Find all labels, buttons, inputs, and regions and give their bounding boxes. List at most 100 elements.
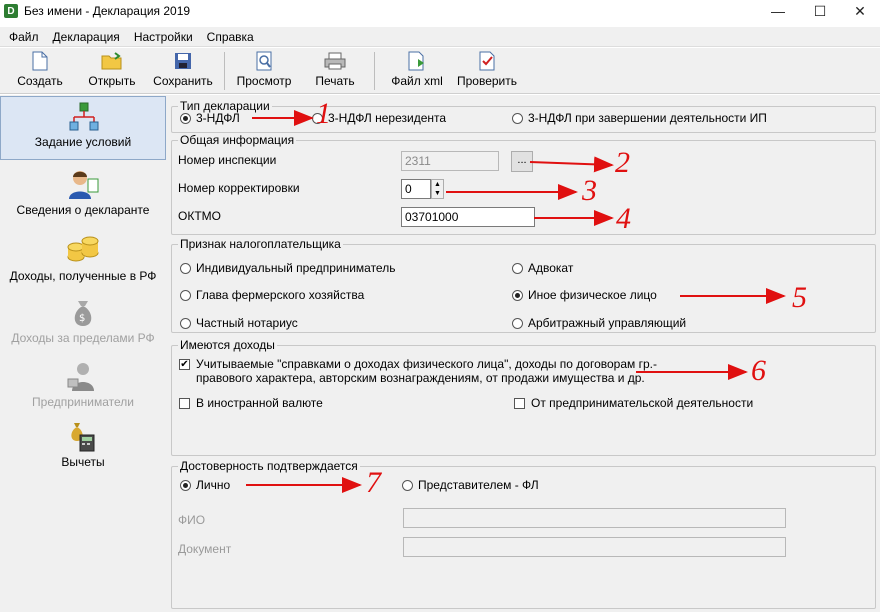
correction-label: Номер корректировки: [178, 181, 300, 195]
checkbox-business-income-label: От предпринимательской деятельности: [531, 396, 754, 410]
save-button[interactable]: Сохранить: [150, 50, 216, 92]
svg-text:$: $: [79, 313, 85, 324]
correction-spinner[interactable]: ▲ ▼: [431, 179, 444, 199]
check-button[interactable]: Проверить: [452, 50, 522, 92]
checkbox-box: [514, 398, 525, 409]
nav-conditions[interactable]: Задание условий: [0, 96, 166, 160]
open-label: Открыть: [88, 74, 136, 88]
menu-file[interactable]: Файл: [4, 30, 44, 44]
nav-entrepreneurs[interactable]: Предприниматели: [0, 357, 166, 419]
floppy-disk-icon: [172, 50, 194, 72]
conditions-tree-icon: [66, 99, 100, 133]
nav-income-abroad[interactable]: $ Доходы за пределами РФ: [0, 293, 166, 355]
maximize-button[interactable]: ☐: [798, 0, 842, 22]
radio-arbitration-manager-label: Арбитражный управляющий: [528, 316, 687, 330]
annotation-number-5: 5: [792, 281, 807, 314]
radio-3ndfl-label: 3-НДФЛ: [196, 111, 240, 125]
app-icon: D: [4, 4, 18, 18]
spin-down-icon[interactable]: ▼: [432, 189, 443, 198]
title-bar: D Без имени - Декларация 2019 — ☐ ✕: [0, 0, 880, 22]
radio-arbitration-manager[interactable]: Арбитражный управляющий: [512, 316, 686, 330]
spin-up-icon[interactable]: ▲: [432, 180, 443, 189]
radio-3ndfl-nonresident[interactable]: 3-НДФЛ нерезидента: [312, 111, 446, 125]
radio-individual-entrepreneur[interactable]: Индивидуальный предприниматель: [180, 261, 395, 275]
toolbar-separator: [374, 52, 375, 90]
annotation-number-3: 3: [582, 174, 597, 207]
radio-notary[interactable]: Частный нотариус: [180, 316, 298, 330]
oktmo-input[interactable]: 03701000: [401, 207, 535, 227]
radio-personally[interactable]: Лично: [180, 478, 230, 492]
correction-input[interactable]: 0: [401, 179, 431, 199]
preview-button[interactable]: Просмотр: [232, 50, 296, 92]
radio-3ndfl-ip-closure[interactable]: 3-НДФЛ при завершении деятельности ИП: [512, 111, 767, 125]
xml-file-button[interactable]: Файл xml: [382, 50, 452, 92]
radio-dot: [180, 262, 191, 274]
radio-dot: [512, 262, 523, 274]
toolbar: Создать Открыть Сохранить Просмотр Печат…: [0, 48, 880, 94]
open-folder-icon: [101, 50, 123, 72]
person-icon: [66, 167, 100, 201]
create-label: Создать: [17, 74, 63, 88]
checkmark-icon: ✔: [179, 359, 190, 370]
radio-dot: [512, 317, 523, 329]
radio-other-individual[interactable]: Иное физическое лицо: [512, 288, 657, 302]
xml-file-label: Файл xml: [391, 74, 443, 88]
radio-3ndfl-ip-closure-label: 3-НДФЛ при завершении деятельности ИП: [528, 111, 767, 125]
create-button[interactable]: Создать: [10, 50, 70, 92]
inspection-label: Номер инспекции: [178, 153, 277, 167]
check-label: Проверить: [456, 74, 517, 88]
radio-individual-entrepreneur-label: Индивидуальный предприниматель: [196, 261, 396, 275]
nav-deductions-label: Вычеты: [61, 455, 105, 469]
radio-dot: [512, 112, 523, 124]
nav-declarant[interactable]: Сведения о декларанте: [0, 165, 166, 227]
printer-icon: [324, 50, 346, 72]
window-title: Без имени - Декларация 2019: [24, 4, 191, 18]
menu-help[interactable]: Справка: [202, 30, 259, 44]
nav-entrepreneurs-label: Предприниматели: [32, 395, 134, 409]
nav-income-rf[interactable]: Доходы, полученные в РФ: [0, 231, 166, 293]
checkbox-business-income[interactable]: От предпринимательской деятельности: [514, 396, 753, 410]
radio-personally-label: Лично: [196, 478, 231, 492]
incomes-legend: Имеются доходы: [180, 338, 275, 352]
radio-farm-head-label: Глава фермерского хозяйства: [196, 288, 365, 302]
minimize-button[interactable]: —: [756, 0, 800, 22]
annotation-number-6: 6: [751, 354, 766, 387]
checkbox-foreign-currency[interactable]: В иностранной валюте: [179, 396, 323, 410]
annotation-number-4: 4: [616, 202, 631, 235]
annotation-number-7: 7: [366, 466, 381, 499]
radio-3ndfl[interactable]: 3-НДФЛ: [180, 111, 240, 125]
preview-icon: [253, 50, 275, 72]
inspection-input[interactable]: 2311: [401, 151, 499, 171]
print-button[interactable]: Печать: [306, 50, 364, 92]
toolbar-separator: [224, 52, 225, 90]
annotation-number-1: 1: [316, 97, 331, 130]
coins-icon: [66, 233, 100, 267]
inspection-select-button[interactable]: ...: [511, 151, 533, 172]
checkbox-certified-income-label: Учитываемые "справками о доходах физичес…: [196, 357, 657, 385]
fio-label: ФИО: [178, 513, 206, 527]
close-button[interactable]: ✕: [838, 0, 880, 22]
checkbox-certified-income[interactable]: ✔ Учитываемые "справками о доходах физич…: [179, 357, 669, 385]
nav-income-rf-label: Доходы, полученные в РФ: [9, 269, 157, 283]
check-document-icon: [476, 50, 498, 72]
radio-representative-label: Представителем - ФЛ: [418, 478, 539, 492]
new-document-icon: [29, 50, 51, 72]
entrepreneur-icon: [66, 359, 100, 393]
document-input[interactable]: [403, 537, 786, 557]
general-info-legend: Общая информация: [180, 133, 295, 147]
fio-input[interactable]: [403, 508, 786, 528]
radio-3ndfl-nonresident-label: 3-НДФЛ нерезидента: [328, 111, 447, 125]
nav-deductions[interactable]: Вычеты: [0, 417, 166, 479]
document-label: Документ: [178, 542, 232, 556]
radio-other-individual-label: Иное физическое лицо: [528, 288, 657, 302]
menu-settings[interactable]: Настройки: [129, 30, 198, 44]
radio-farm-head[interactable]: Глава фермерского хозяйства: [180, 288, 364, 302]
open-button[interactable]: Открыть: [82, 50, 142, 92]
preview-label: Просмотр: [236, 74, 292, 88]
menu-declaration[interactable]: Декларация: [48, 30, 125, 44]
radio-lawyer-label: Адвокат: [528, 261, 574, 275]
radio-dot: [180, 112, 191, 124]
radio-lawyer[interactable]: Адвокат: [512, 261, 573, 275]
deductions-icon: [66, 419, 100, 453]
radio-representative[interactable]: Представителем - ФЛ: [402, 478, 539, 492]
